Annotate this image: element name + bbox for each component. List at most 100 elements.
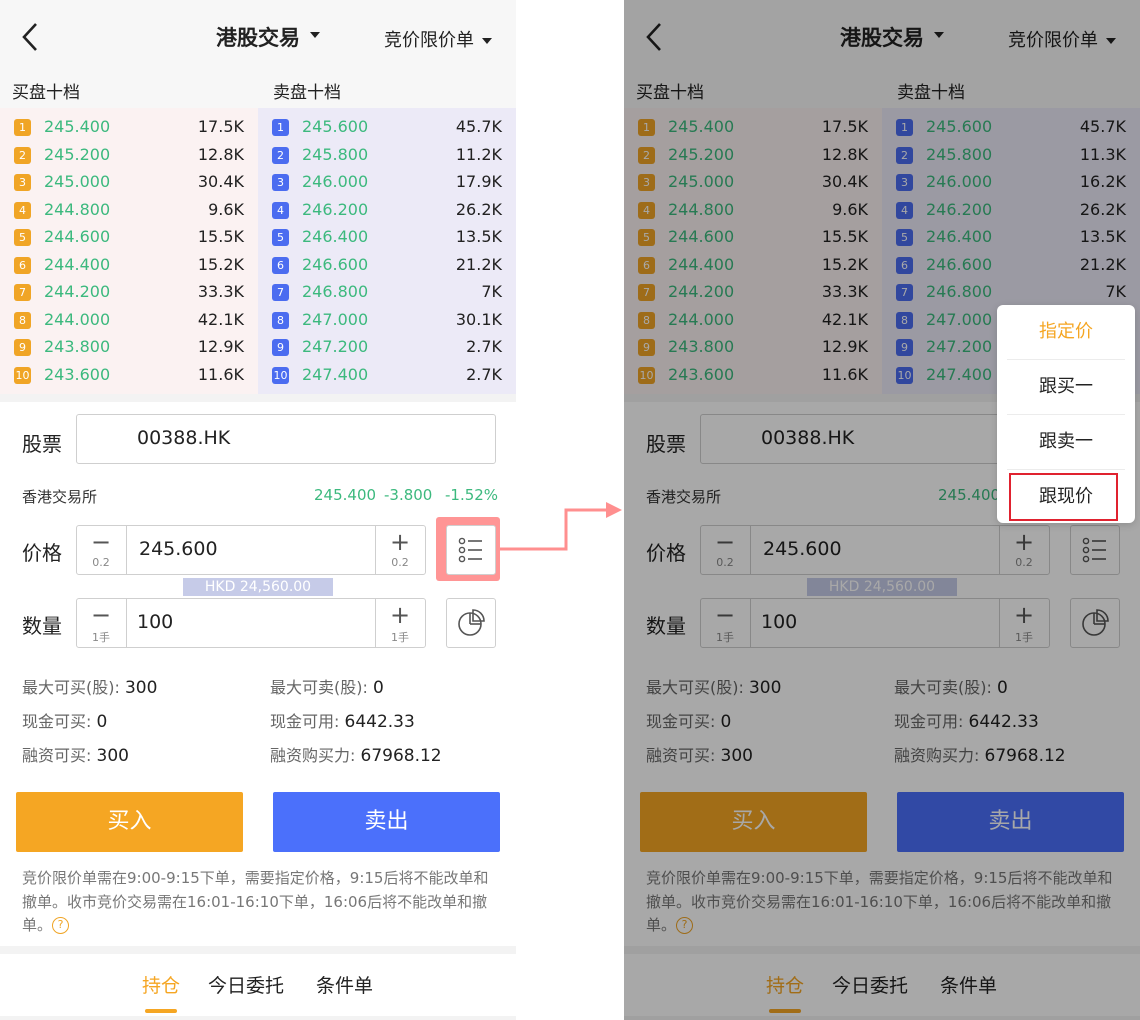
level-index: 10 bbox=[14, 366, 31, 384]
level-price: 243.600 bbox=[44, 364, 111, 384]
help-icon[interactable]: ? bbox=[52, 917, 70, 934]
bid-level-row[interactable]: 10 243.600 11.6K bbox=[0, 362, 258, 389]
level-price: 247.000 bbox=[302, 309, 369, 329]
minus-icon: − bbox=[90, 601, 112, 629]
level-price: 246.800 bbox=[302, 282, 369, 301]
level-volume: 12.8K bbox=[197, 144, 244, 164]
level-index: 5 bbox=[272, 229, 289, 246]
list-icon bbox=[458, 537, 482, 563]
level-volume: 9.6K bbox=[208, 199, 244, 219]
bid-level-row[interactable]: 7 244.200 33.3K bbox=[0, 279, 258, 306]
level-volume: 45.7K bbox=[455, 117, 502, 136]
price-type-list-button[interactable] bbox=[446, 525, 496, 575]
header-bar: 港股交易 竞价限价单 bbox=[0, 0, 516, 72]
sell-button[interactable]: 卖出 bbox=[273, 792, 500, 852]
order-type-selector[interactable]: 竞价限价单 bbox=[384, 26, 492, 52]
quantity-decrease-button[interactable]: − 1手 bbox=[77, 599, 127, 647]
level-price: 245.800 bbox=[302, 144, 369, 164]
level-index: 8 bbox=[272, 311, 289, 329]
cash-available-label: 现金可用: bbox=[270, 712, 340, 731]
bid-level-row[interactable]: 6 244.400 15.2K bbox=[0, 252, 258, 279]
level-price: 244.000 bbox=[44, 309, 111, 329]
order-amount: HKD 24,560.00 bbox=[183, 578, 333, 596]
ask-level-row[interactable]: 3 246.000 17.9K bbox=[258, 169, 516, 196]
ask-title: 卖盘十档 bbox=[273, 83, 341, 103]
level-price: 245.400 bbox=[44, 117, 111, 136]
level-volume: 17.9K bbox=[455, 172, 502, 191]
step-label: 1手 bbox=[92, 631, 110, 644]
level-price: 247.400 bbox=[302, 364, 369, 384]
ask-level-row[interactable]: 9 247.200 2.7K bbox=[258, 334, 516, 361]
cash-available: 现金可用: 6442.33 bbox=[270, 708, 415, 732]
quantity-input[interactable]: 100 bbox=[137, 611, 173, 633]
plus-icon: + bbox=[389, 528, 411, 556]
quantity-increase-button[interactable]: +1手 bbox=[375, 599, 425, 647]
ask-level-row[interactable]: 6 246.600 21.2K bbox=[258, 252, 516, 279]
bid-level-row[interactable]: 5 244.600 15.5K bbox=[0, 224, 258, 251]
bid-level-row[interactable]: 9 243.800 12.9K bbox=[0, 334, 258, 361]
tab-today-orders[interactable]: 今日委托 bbox=[208, 971, 284, 998]
ask-level-row[interactable]: 1 245.600 45.7K bbox=[258, 114, 516, 141]
level-price: 245.200 bbox=[44, 144, 111, 164]
price-decrease-button[interactable]: −0.2 bbox=[77, 526, 127, 574]
menu-item-follow-bid[interactable]: 跟买一 bbox=[997, 360, 1135, 414]
tab-positions[interactable]: 持仓 bbox=[142, 971, 180, 998]
price-input[interactable]: 245.600 bbox=[139, 538, 218, 560]
active-tab-indicator bbox=[145, 1009, 177, 1013]
bid-level-row[interactable]: 3 245.000 30.4K bbox=[0, 169, 258, 196]
ask-level-row[interactable]: 8 247.000 30.1K bbox=[258, 307, 516, 334]
divider bbox=[0, 394, 516, 402]
level-price: 246.200 bbox=[302, 199, 369, 219]
bid-level-row[interactable]: 4 244.800 9.6K bbox=[0, 197, 258, 224]
order-rule-note: 竞价限价单需在9:00-9:15下单，需要指定价格，9:15后将不能改单和撤单。… bbox=[22, 867, 502, 938]
level-volume: 30.4K bbox=[197, 172, 244, 191]
level-volume: 13.5K bbox=[455, 227, 502, 246]
level-price: 247.200 bbox=[302, 337, 369, 356]
level-price: 244.600 bbox=[44, 227, 111, 246]
ask-level-row[interactable]: 4 246.200 26.2K bbox=[258, 197, 516, 224]
step-label: 0.2 bbox=[92, 556, 110, 569]
position-ratio-button[interactable] bbox=[446, 598, 496, 648]
order-type-label: 竞价限价单 bbox=[384, 30, 474, 51]
max-sell-label: 最大可卖(股): bbox=[270, 678, 368, 697]
stock-input[interactable]: 00388.HK bbox=[76, 414, 496, 464]
step-label: 0.2 bbox=[391, 556, 409, 569]
caret-down-icon bbox=[310, 32, 320, 38]
level-price: 244.200 bbox=[44, 282, 111, 301]
menu-item-specified-price[interactable]: 指定价 bbox=[997, 305, 1135, 359]
level-volume: 17.5K bbox=[197, 117, 244, 136]
level-price: 245.000 bbox=[44, 172, 111, 191]
level-index: 3 bbox=[14, 174, 31, 191]
level-volume: 21.2K bbox=[455, 254, 502, 274]
level-index: 7 bbox=[14, 284, 31, 301]
level-price: 246.000 bbox=[302, 172, 369, 191]
divider bbox=[0, 1016, 516, 1020]
level-volume: 11.2K bbox=[455, 144, 502, 164]
price-increase-button[interactable]: +0.2 bbox=[375, 526, 425, 574]
level-index: 9 bbox=[272, 339, 289, 356]
bid-title: 买盘十档 bbox=[12, 83, 80, 103]
tab-conditional-orders[interactable]: 条件单 bbox=[316, 971, 373, 998]
level-index: 2 bbox=[14, 146, 31, 164]
max-sell-value: 0 bbox=[372, 678, 384, 698]
menu-item-follow-ask[interactable]: 跟卖一 bbox=[997, 415, 1135, 469]
ask-level-row[interactable]: 5 246.400 13.5K bbox=[258, 224, 516, 251]
margin-buy-label: 融资可买: bbox=[22, 746, 92, 765]
level-volume: 26.2K bbox=[455, 199, 502, 219]
ask-level-row[interactable]: 2 245.800 11.2K bbox=[258, 142, 516, 169]
bid-level-row[interactable]: 2 245.200 12.8K bbox=[0, 142, 258, 169]
price-stepper: −0.2 245.600 +0.2 bbox=[76, 525, 426, 575]
level-index: 2 bbox=[272, 146, 289, 164]
trade-screen-before: 港股交易 竞价限价单 买盘十档 卖盘十档 1 245.400 17.5K 2 245.2… bbox=[0, 0, 516, 1020]
bid-level-row[interactable]: 8 244.000 42.1K bbox=[0, 307, 258, 334]
bid-level-row[interactable]: 1 245.400 17.5K bbox=[0, 114, 258, 141]
plus-icon: + bbox=[389, 601, 411, 629]
ask-level-row[interactable]: 10 247.400 2.7K bbox=[258, 362, 516, 389]
cash-buy-label: 现金可买: bbox=[22, 712, 92, 731]
buy-button[interactable]: 买入 bbox=[16, 792, 243, 852]
minus-icon: − bbox=[90, 528, 112, 556]
ask-level-row[interactable]: 7 246.800 7K bbox=[258, 279, 516, 306]
level-index: 8 bbox=[14, 311, 31, 329]
step-label: 1手 bbox=[391, 631, 409, 644]
level-index: 4 bbox=[14, 201, 31, 219]
